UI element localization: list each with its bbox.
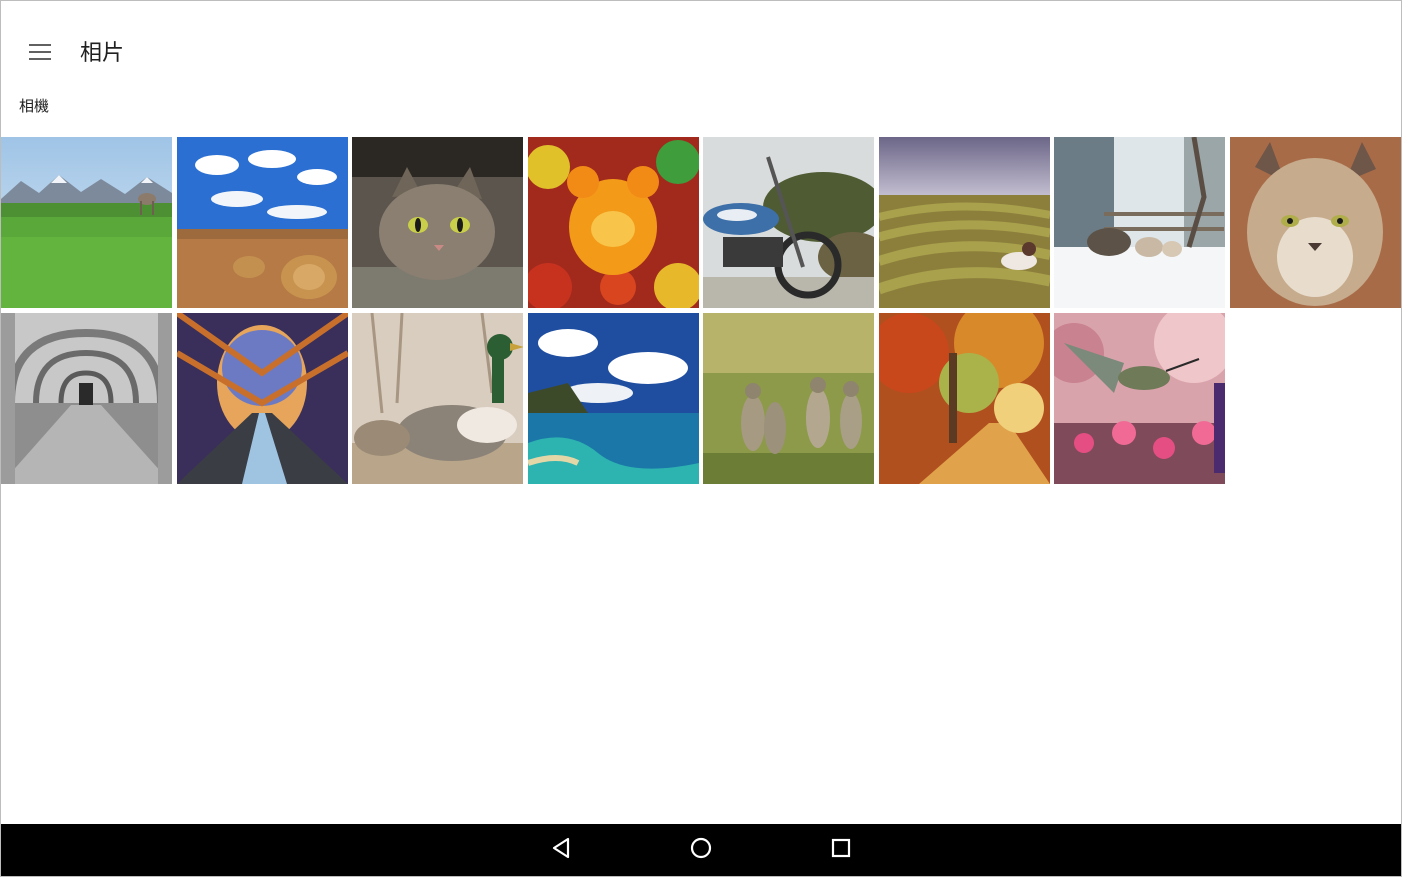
photo-autumn-path[interactable] (878, 312, 1050, 484)
menu-button[interactable] (20, 32, 60, 72)
photo-hay-bales[interactable] (176, 137, 348, 308)
photo-sheep-snow[interactable] (1054, 137, 1225, 308)
photo-ducks[interactable] (352, 312, 523, 484)
photo-field-stripes[interactable] (878, 137, 1050, 308)
photo-cloister[interactable] (1, 312, 172, 484)
app-bar: 相片 (0, 0, 1402, 90)
recents-square-icon (831, 838, 851, 862)
system-navigation-bar (1, 824, 1401, 876)
home-circle-icon (690, 837, 712, 863)
photo-motorcycle[interactable] (703, 137, 874, 308)
photo-tabby-cat[interactable] (352, 137, 523, 308)
photo-ground-squirrels[interactable] (703, 312, 874, 484)
recents-button[interactable] (825, 834, 857, 866)
photo-bridge[interactable] (176, 312, 348, 484)
photo-hummingbird[interactable] (1054, 312, 1225, 484)
photo-cow-meadow[interactable] (1, 137, 172, 308)
section-header: 相機 (19, 97, 50, 115)
menu-icon (29, 44, 51, 60)
photo-gummy-bears[interactable] (527, 137, 699, 308)
back-triangle-icon (551, 837, 571, 863)
back-button[interactable] (545, 834, 577, 866)
photo-lynx[interactable] (1229, 137, 1401, 308)
home-button[interactable] (685, 834, 717, 866)
photo-coast[interactable] (527, 312, 699, 484)
page-title: 相片 (80, 41, 125, 66)
